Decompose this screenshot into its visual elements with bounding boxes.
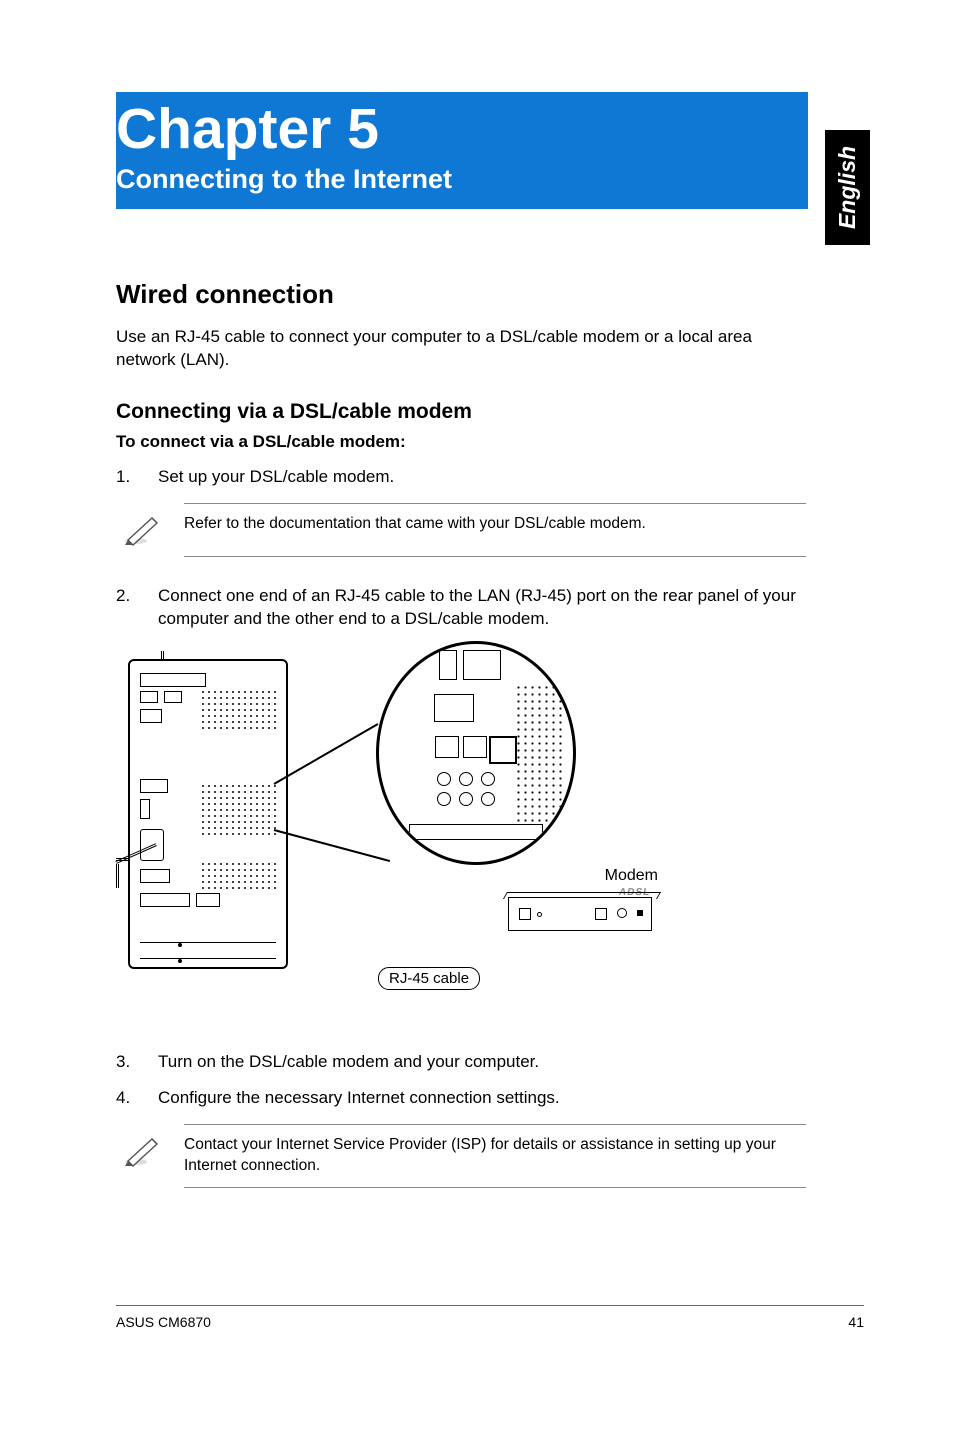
chapter-banner: Chapter 5 Connecting to the Internet	[116, 92, 808, 209]
modem-label: Modem	[605, 867, 658, 885]
chapter-title: Chapter 5	[116, 100, 794, 160]
page: English Chapter 5 Connecting to the Inte…	[0, 0, 954, 1438]
subsection-heading: Connecting via a DSL/cable modem	[116, 400, 806, 424]
note-1: Refer to the documentation that came wit…	[116, 503, 806, 557]
step-number: 4.	[116, 1087, 158, 1110]
procedure-lead: To connect via a DSL/cable modem:	[116, 432, 806, 452]
content-body: Wired connection Use an RJ-45 cable to c…	[116, 279, 806, 1188]
pencil-icon	[116, 1135, 184, 1167]
cable-label: RJ-45 cable	[378, 967, 480, 990]
step-text: Turn on the DSL/cable modem and your com…	[158, 1051, 806, 1074]
step-2: 2. Connect one end of an RJ-45 cable to …	[116, 585, 806, 631]
step-text: Connect one end of an RJ-45 cable to the…	[158, 585, 806, 631]
footer-left: ASUS CM6870	[116, 1314, 211, 1330]
language-tab: English	[825, 130, 870, 245]
step-3: 3. Turn on the DSL/cable modem and your …	[116, 1051, 806, 1074]
page-footer: ASUS CM6870 41	[116, 1305, 864, 1330]
note-text: Contact your Internet Service Provider (…	[184, 1135, 806, 1177]
language-tab-label: English	[834, 146, 861, 229]
modem-box	[508, 897, 652, 931]
step-text: Configure the necessary Internet connect…	[158, 1087, 806, 1110]
intro-paragraph: Use an RJ-45 cable to connect your compu…	[116, 326, 806, 372]
pc-rear-panel	[128, 659, 288, 969]
section-heading: Wired connection	[116, 279, 806, 310]
step-number: 2.	[116, 585, 158, 631]
footer-page-number: 41	[848, 1314, 864, 1330]
pencil-icon	[116, 514, 184, 546]
step-text: Set up your DSL/cable modem.	[158, 466, 806, 489]
step-4: 4. Configure the necessary Internet conn…	[116, 1087, 806, 1110]
step-1: 1. Set up your DSL/cable modem.	[116, 466, 806, 489]
note-2: Contact your Internet Service Provider (…	[116, 1124, 806, 1188]
chapter-subtitle: Connecting to the Internet	[116, 164, 794, 195]
zoom-circle	[376, 641, 576, 865]
note-text: Refer to the documentation that came wit…	[184, 514, 806, 535]
connection-diagram: Modem ADSL RJ-45 cable	[116, 651, 676, 1021]
step-number: 1.	[116, 466, 158, 489]
step-number: 3.	[116, 1051, 158, 1074]
